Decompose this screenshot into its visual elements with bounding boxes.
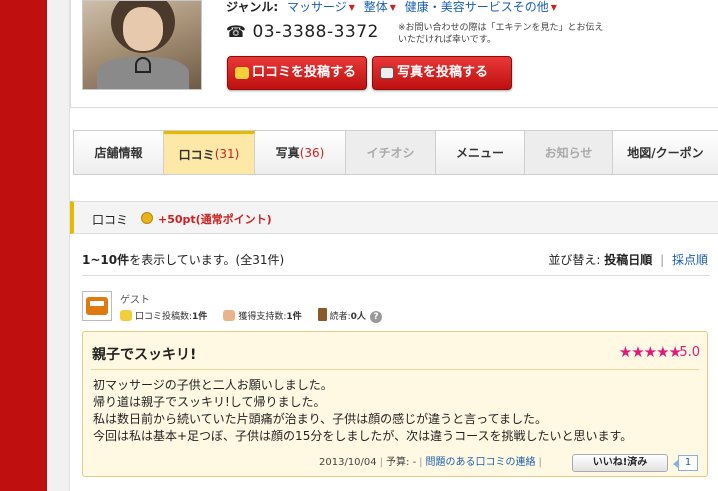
reviews-section-header: 口コミ +50pt(通常ポイント) bbox=[70, 201, 718, 234]
tab-menu[interactable]: メニュー bbox=[436, 131, 525, 174]
speech-bubble-icon bbox=[235, 67, 249, 79]
left-gutter bbox=[47, 0, 70, 491]
avatar[interactable] bbox=[82, 291, 112, 321]
genre-link-massage[interactable]: マッサージ bbox=[287, 0, 347, 14]
tab-reviews[interactable]: 口コミ (31) bbox=[164, 131, 255, 174]
review-body: 初マッサージの子供と二人お願いしました。 帰り道は親子でスッキリ!して帰りました… bbox=[93, 377, 693, 445]
post-photo-button[interactable]: 写真を投稿する bbox=[372, 56, 512, 90]
shop-tabs: 店舗情報 口コミ (31) 写真 (36) イチオシ メニュー お知らせ 地図/クー… bbox=[73, 130, 718, 175]
sort-by-score-link[interactable]: 採点順 bbox=[672, 253, 708, 267]
review-title: 親子でスッキリ! bbox=[92, 347, 197, 363]
sort-label: 並び替え: bbox=[548, 253, 601, 267]
review-line: 帰り道は親子でスッキリ!して帰りました。 bbox=[93, 395, 326, 409]
phone-row: ☎ 03-3388-3372 bbox=[226, 22, 379, 42]
review-footer: 2013/10/04 | 予算: - | 問題のある口コミの連絡 | bbox=[319, 457, 542, 468]
tab-recommend: イチオシ bbox=[346, 131, 436, 174]
genre-label: ジャンル: bbox=[226, 0, 279, 14]
review-post-count: 口コミ投稿数:1件 bbox=[120, 309, 207, 322]
review-bubble-icon bbox=[120, 310, 132, 321]
tab-news: お知らせ bbox=[525, 131, 613, 174]
review-divider bbox=[91, 369, 699, 370]
dropdown-arrow-icon: ▼ bbox=[550, 3, 557, 12]
like-button[interactable]: いいね!済み bbox=[572, 454, 668, 472]
tab-shop-info[interactable]: 店舗情報 bbox=[74, 131, 164, 174]
support-count: 獲得支持数:1件 bbox=[223, 309, 302, 322]
rating-stars: ★★★★★ bbox=[618, 343, 682, 361]
shop-photo[interactable] bbox=[82, 0, 202, 90]
review-line: 今回は私は基本+足つぼ、子供は顔の15分をしましたが、次は違うコースを挑戦したい… bbox=[93, 429, 633, 443]
post-photo-label: 写真を投稿する bbox=[397, 65, 489, 80]
phone-icon: ☎ bbox=[226, 22, 247, 41]
result-range-suffix: を表示しています。(全31件) bbox=[129, 253, 285, 267]
review-line: 初マッサージの子供と二人お願いしました。 bbox=[93, 378, 333, 392]
result-count: 1~10件を表示しています。(全31件) bbox=[82, 251, 284, 268]
left-brand-bar bbox=[0, 0, 47, 491]
reviewer-name: ゲスト bbox=[120, 295, 150, 306]
help-icon[interactable]: ? bbox=[369, 311, 382, 323]
photo-bow bbox=[135, 57, 151, 73]
review-card: 親子でスッキリ! ★★★★★ 5.0 初マッサージの子供と二人お願いしました。 … bbox=[82, 331, 708, 477]
point-coin-icon bbox=[141, 212, 153, 224]
sort-separator: | bbox=[660, 253, 665, 267]
like-count: 1 bbox=[673, 455, 698, 471]
genre-link-health[interactable]: 健康・美容サービスその他 bbox=[405, 0, 549, 14]
rating-score: 5.0 bbox=[679, 345, 700, 360]
tram-icon bbox=[86, 297, 108, 315]
review-budget: 予算: - bbox=[386, 457, 417, 468]
reader-count: 読者:0人? bbox=[317, 308, 382, 323]
post-review-label: 口コミを投稿する bbox=[252, 65, 357, 80]
genre-row: ジャンル: マッサージ ▼ 整体 ▼ 健康・美容サービスその他 ▼ bbox=[226, 0, 557, 15]
photo-face bbox=[123, 7, 163, 51]
divider bbox=[82, 275, 710, 276]
review-line: 私は数日前から続いていた片頭痛が治まり、子供は顔の感じが違うと言ってました。 bbox=[93, 412, 547, 426]
sort-controls: 並び替え: 投稿日順 | 採点順 bbox=[548, 251, 708, 268]
report-review-link[interactable]: 問題のある口コミの連絡 bbox=[426, 457, 536, 468]
section-points: +50pt(通常ポイント) bbox=[158, 213, 272, 226]
tab-photos-count: (36) bbox=[299, 145, 325, 160]
review-date: 2013/10/04 bbox=[319, 457, 377, 468]
tab-reviews-count: (31) bbox=[214, 147, 240, 161]
phone-number: 03-3388-3372 bbox=[252, 22, 379, 42]
dropdown-arrow-icon: ▼ bbox=[348, 3, 355, 12]
camera-icon bbox=[380, 67, 394, 79]
phone-note: ※お問い合わせの際は「エキテンを見た」とお伝えいただければ幸いです。 bbox=[398, 23, 604, 45]
sort-current: 投稿日順 bbox=[604, 253, 653, 267]
thumbs-up-icon bbox=[223, 310, 236, 321]
post-review-button[interactable]: 口コミを投稿する bbox=[227, 56, 367, 90]
tab-photos[interactable]: 写真 (36) bbox=[255, 131, 346, 174]
result-range: 1~10件 bbox=[82, 253, 130, 267]
book-icon bbox=[317, 308, 327, 321]
genre-link-seitai[interactable]: 整体 bbox=[364, 0, 388, 14]
section-title: 口コミ bbox=[92, 213, 129, 227]
tab-map-coupon[interactable]: 地図/クーポン bbox=[613, 131, 718, 174]
dropdown-arrow-icon: ▼ bbox=[389, 3, 396, 12]
reviewer-stats: 口コミ投稿数:1件 獲得支持数:1件 読者:0人? bbox=[120, 308, 382, 323]
tram-window bbox=[90, 301, 104, 306]
